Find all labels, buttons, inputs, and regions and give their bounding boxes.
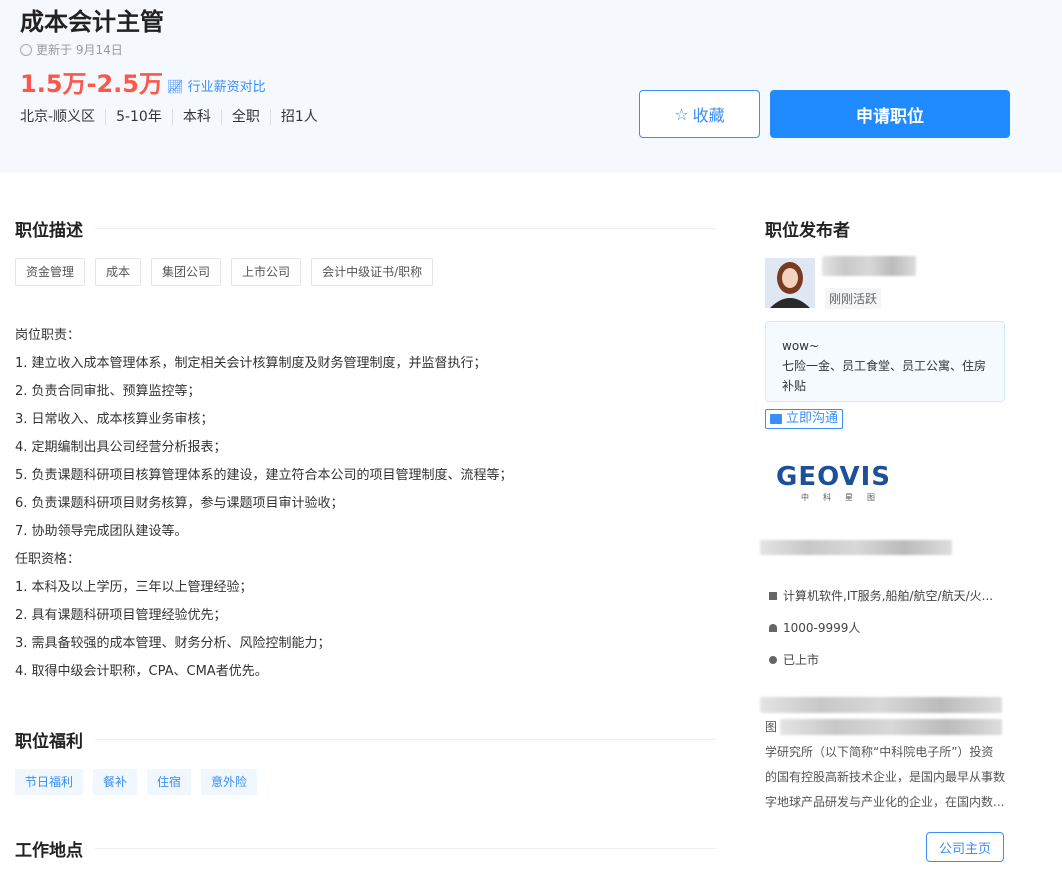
company-intro-blurred-2	[780, 719, 1002, 735]
job-meta: 北京-顺义区 5-10年 本科 全职 招1人	[20, 109, 328, 125]
skill-tag: 集团公司	[151, 258, 222, 286]
salary-compare-link[interactable]: 📈︎ 行业薪资对比	[167, 76, 266, 95]
desc-line: 3. 需具备较强的成本管理、财务分析、风险控制能力；	[15, 636, 331, 651]
company-logo[interactable]: GEOVIS 中科星图	[776, 462, 891, 503]
star-icon: ☆	[674, 104, 689, 124]
skill-tags: 资金管理 成本 集团公司 上市公司 会计中级证书/职称	[15, 258, 434, 286]
company-intro: 学研究所（以下简称“中科院电子所”）投资的国有控股高新技术企业，是国内最早从事数…	[765, 745, 1006, 809]
listed-icon	[769, 655, 777, 664]
welfare-tag: 餐补	[93, 769, 138, 795]
message-greeting: wow~	[782, 339, 820, 353]
desc-line: 任职资格：	[15, 552, 81, 567]
chat-icon	[770, 414, 782, 424]
intro-fragment: 图	[765, 720, 778, 734]
welfare-heading: 职位福利	[15, 727, 716, 752]
salary: 1.5万-2.5万	[20, 70, 163, 98]
salary-compare-label: 行业薪资对比	[187, 80, 266, 95]
person-icon	[769, 623, 777, 632]
publisher-name-blurred	[822, 256, 916, 276]
description-heading: 职位描述	[15, 216, 716, 241]
desc-line: 7. 协助领导完成团队建设等。	[15, 524, 188, 539]
industry-text: 计算机软件,IT服务,船舶/航空/航天/火...	[783, 589, 994, 603]
message-text: 七险一金、员工食堂、员工公寓、住房补贴	[782, 359, 987, 393]
skill-tag: 上市公司	[231, 258, 302, 286]
job-title: 成本会计主管	[20, 8, 164, 36]
skill-tag: 成本	[95, 258, 142, 286]
active-status: 刚刚活跃	[825, 288, 882, 309]
publisher-avatar[interactable]	[765, 258, 815, 308]
welfare-tags: 节日福利 餐补 住宿 意外险	[15, 769, 258, 795]
apply-button[interactable]: 申请职位	[770, 90, 1010, 138]
desc-line: 6. 负责课题科研项目财务核算，参与课题项目审计验收；	[15, 496, 344, 511]
favorite-button[interactable]: ☆ 收藏	[639, 90, 760, 138]
updated-text: 更新于 9月14日	[36, 43, 123, 57]
welfare-tag: 意外险	[201, 769, 258, 795]
financing-text: 已上市	[783, 653, 820, 667]
company-financing: 已上市	[769, 651, 819, 668]
welfare-heading-text: 职位福利	[15, 732, 83, 752]
desc-line: 1. 建立收入成本管理体系，制定相关会计核算制度及财务管理制度，并监督执行；	[15, 356, 487, 371]
desc-line: 3. 日常收入、成本核算业务审核；	[15, 412, 214, 427]
company-home-button[interactable]: 公司主页	[926, 832, 1004, 862]
meta-type: 全职	[220, 109, 270, 125]
meta-headcount: 招1人	[269, 109, 328, 125]
welfare-tag: 节日福利	[15, 769, 84, 795]
desc-line: 1. 本科及以上学历，三年以上管理经验；	[15, 580, 253, 595]
job-description: 岗位职责： 1. 建立收入成本管理体系，制定相关会计核算制度及财务管理制度，并监…	[15, 322, 513, 686]
description-heading-text: 职位描述	[15, 221, 83, 241]
desc-line: 2. 具有课题科研项目管理经验优先；	[15, 608, 227, 623]
desc-line: 4. 定期编制出具公司经营分析报表；	[15, 440, 227, 455]
desc-line: 2. 负责合同审批、预算监控等；	[15, 384, 201, 399]
favorite-label: 收藏	[692, 106, 725, 125]
desc-line: 5. 负责课题科研项目核算管理体系的建设，建立符合本公司的项目管理制度、流程等；	[15, 468, 513, 483]
updated-info: 更新于 9月14日	[20, 41, 123, 58]
clock-icon	[20, 43, 32, 56]
size-text: 1000-9999人	[783, 621, 861, 635]
publisher-message: wow~ 七险一金、员工食堂、员工公寓、住房补贴	[765, 321, 1005, 402]
location-heading-text: 工作地点	[15, 841, 83, 861]
chat-now-button[interactable]: 立即沟通	[765, 409, 844, 429]
company-industry: 计算机软件,IT服务,船舶/航空/航天/火...	[769, 587, 993, 604]
logo-text: GEOVIS	[776, 462, 892, 492]
desc-line: 4. 取得中级会计职称，CPA、CMA者优先。	[15, 664, 268, 679]
publisher-heading: 职位发布者	[765, 221, 850, 241]
meta-location: 北京-顺义区	[20, 109, 96, 125]
chat-label: 立即沟通	[786, 411, 839, 426]
meta-education: 本科	[171, 109, 221, 125]
skill-tag: 会计中级证书/职称	[311, 258, 434, 286]
logo-subtext: 中科星图	[801, 493, 889, 502]
skill-tag: 资金管理	[15, 258, 86, 286]
company-intro-blurred	[760, 697, 1002, 713]
desc-line: 岗位职责：	[15, 328, 81, 343]
chart-icon: 📈︎	[167, 80, 188, 95]
location-heading: 工作地点	[15, 836, 716, 861]
grid-icon	[769, 591, 777, 600]
avatar-image	[770, 262, 810, 308]
meta-experience: 5-10年	[105, 109, 172, 125]
company-size: 1000-9999人	[769, 619, 860, 636]
company-name-blurred	[760, 540, 952, 555]
welfare-tag: 住宿	[147, 769, 192, 795]
